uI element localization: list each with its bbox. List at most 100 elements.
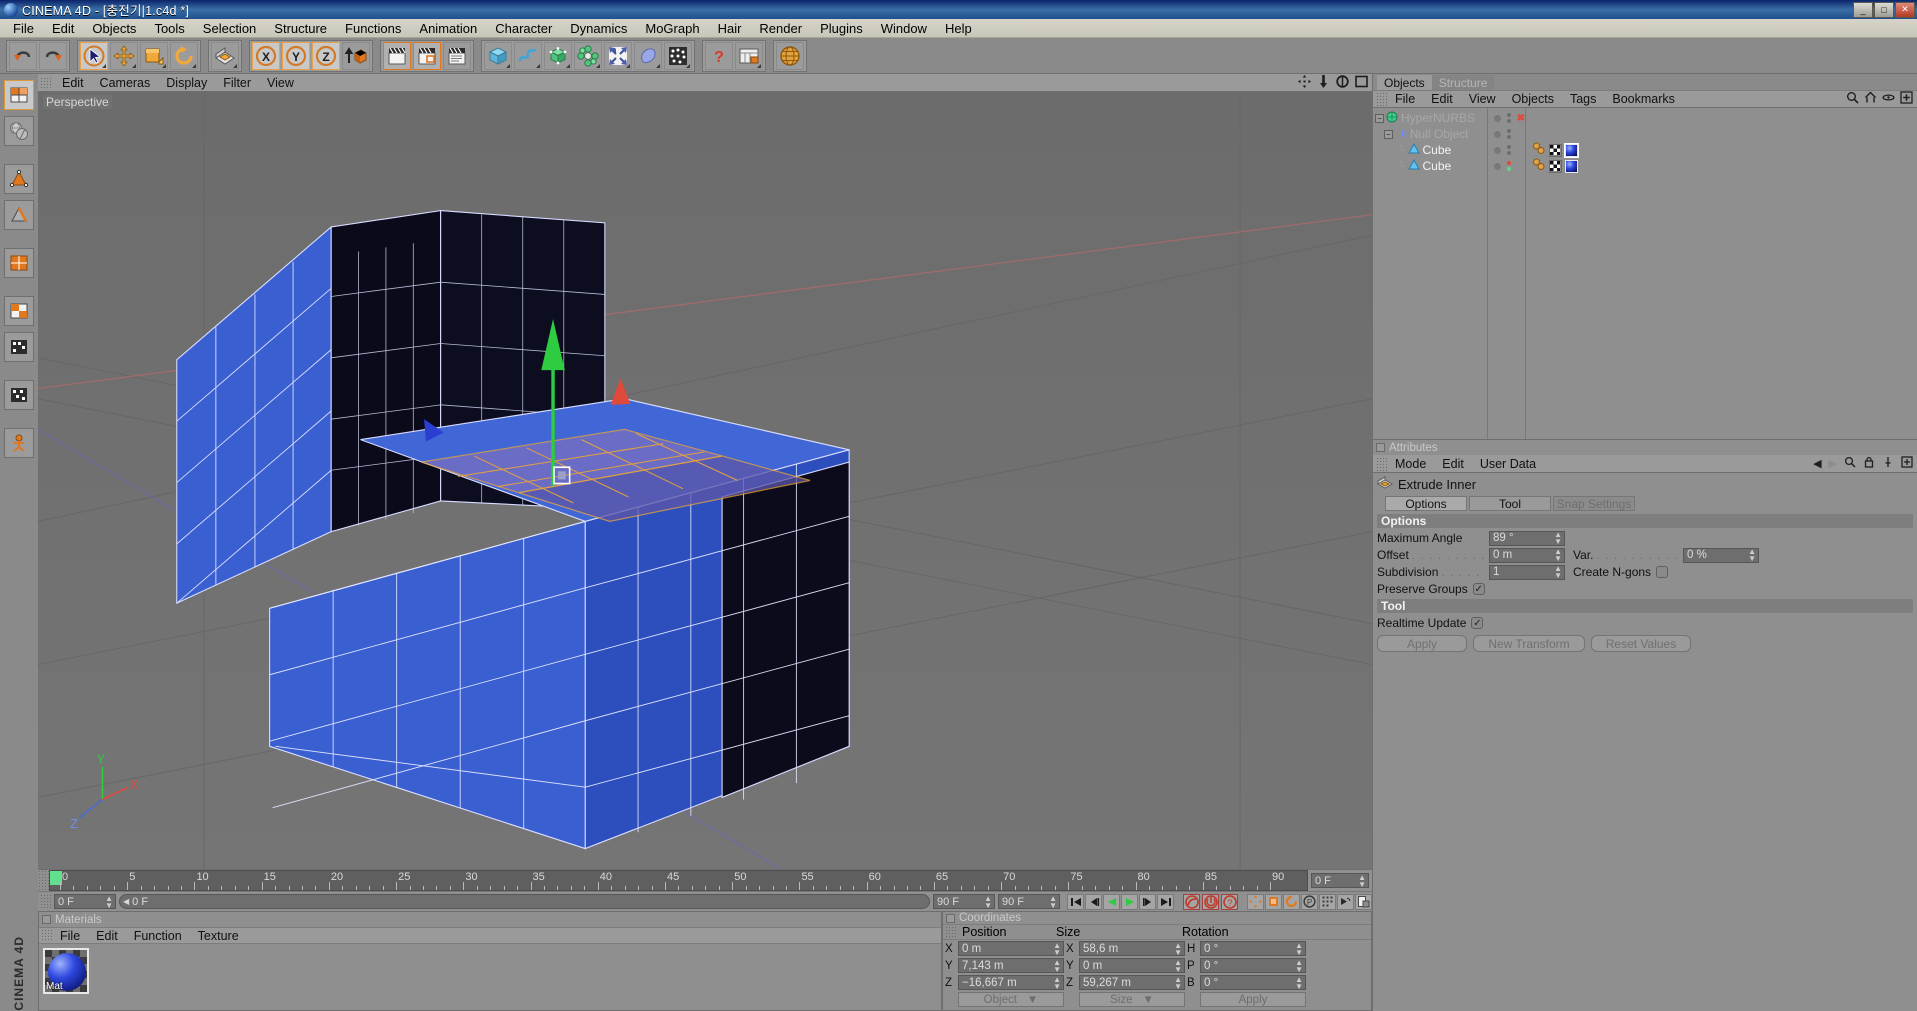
attributes-menu-mode[interactable]: Mode xyxy=(1387,457,1434,471)
rotation-key-icon[interactable] xyxy=(1283,893,1300,910)
attributes-grip[interactable] xyxy=(1376,456,1387,471)
viewport-menu-display[interactable]: Display xyxy=(158,76,215,90)
pla-key-icon[interactable] xyxy=(1337,893,1354,910)
spinner-icon[interactable]: ▲ ▼ xyxy=(1554,548,1562,563)
new-transform-button[interactable]: New Transform xyxy=(1473,635,1585,652)
cube-primitive-icon[interactable] xyxy=(484,41,512,70)
objects-menu-view[interactable]: View xyxy=(1461,92,1504,106)
world-object-icon[interactable] xyxy=(342,41,370,70)
phong-tag-icon[interactable] xyxy=(1532,142,1546,158)
tree-item-cube-2[interactable]: └ Cube xyxy=(1373,158,1487,174)
reset-values-button[interactable]: Reset Values xyxy=(1591,635,1691,652)
tab-objects[interactable]: Objects xyxy=(1377,75,1432,90)
move-icon[interactable] xyxy=(110,41,138,70)
autokeying-icon[interactable] xyxy=(1202,893,1219,910)
visibility-row-cube-1[interactable] xyxy=(1488,142,1525,158)
expander-icon[interactable]: − xyxy=(1375,113,1384,123)
position-key-icon[interactable] xyxy=(1247,893,1264,910)
animation-mode-icon[interactable] xyxy=(4,428,34,458)
spinner-icon[interactable]: ▲ ▼ xyxy=(1748,548,1756,563)
size-z-field[interactable]: 59,267 m ▲ ▼ xyxy=(1079,975,1185,990)
objects-menu-tags[interactable]: Tags xyxy=(1562,92,1604,106)
objects-menu-file[interactable]: File xyxy=(1387,92,1423,106)
apply-button[interactable]: Apply xyxy=(1377,635,1467,652)
record-active-objects-icon[interactable] xyxy=(1183,893,1200,910)
subdivision-field[interactable]: 1 ▲ ▼ xyxy=(1489,564,1565,580)
point-mode-icon[interactable] xyxy=(4,164,34,194)
model-mode-icon[interactable] xyxy=(4,80,34,110)
rotation-b-field[interactable]: 0 ° ▲ ▼ xyxy=(1200,975,1306,990)
frame-start-field[interactable]: 0 F ▲ ▼ xyxy=(54,894,116,909)
visibility-row-cube-2[interactable] xyxy=(1488,158,1525,174)
attr-tab-tool[interactable]: Tool xyxy=(1469,496,1551,511)
timeline-grip[interactable] xyxy=(38,870,49,891)
nurbs-icon[interactable] xyxy=(544,41,572,70)
maximize-button[interactable]: □ xyxy=(1874,1,1894,18)
step-forward-icon[interactable] xyxy=(1139,893,1156,910)
enable-dot-icon[interactable] xyxy=(1494,114,1501,122)
material-tag-icon[interactable] xyxy=(1564,142,1579,158)
menu-item-tools[interactable]: Tools xyxy=(145,20,193,37)
search-icon[interactable] xyxy=(1846,91,1859,107)
close-button[interactable]: ✕ xyxy=(1895,1,1915,18)
menu-item-hair[interactable]: Hair xyxy=(709,20,751,37)
position-x-field[interactable]: 0 m ▲ ▼ xyxy=(958,941,1064,956)
perspective-viewport[interactable]: Y Z X Perspective xyxy=(38,92,1372,869)
object-axis-mode-icon[interactable] xyxy=(4,332,34,362)
materials-list[interactable]: Mat xyxy=(39,944,941,1010)
eye-icon[interactable] xyxy=(1882,91,1895,107)
texture-tag-icon[interactable] xyxy=(1549,159,1562,173)
menu-item-render[interactable]: Render xyxy=(750,20,811,37)
expand-icon[interactable] xyxy=(1901,456,1913,471)
play-back-icon[interactable] xyxy=(1103,893,1120,910)
tree-item-cube-1[interactable]: └ Cube xyxy=(1373,142,1487,158)
viewport-menu-view[interactable]: View xyxy=(259,76,302,90)
phong-tag-icon[interactable] xyxy=(1532,158,1546,174)
viewport-scene[interactable]: Y Z X xyxy=(38,92,1372,869)
texture-mode-icon[interactable] xyxy=(4,116,34,146)
render-settings-icon[interactable] xyxy=(443,41,471,70)
objects-menu-objects[interactable]: Objects xyxy=(1504,92,1562,106)
edge-mode-icon[interactable] xyxy=(4,200,34,230)
viewport-menu-grip[interactable] xyxy=(40,77,51,88)
globe-icon[interactable] xyxy=(776,41,804,70)
spinner-icon[interactable]: ▲ ▼ xyxy=(105,894,113,909)
size-x-field[interactable]: 58,6 m ▲ ▼ xyxy=(1079,941,1185,956)
attributes-menu-edit[interactable]: Edit xyxy=(1434,457,1472,471)
objects-menu-bookmarks[interactable]: Bookmarks xyxy=(1604,92,1683,106)
coordinate-system-dropdown[interactable]: Object ▼ xyxy=(958,992,1064,1007)
visibility-dots-icon[interactable] xyxy=(1507,161,1511,171)
rotate-view-icon[interactable] xyxy=(1336,74,1349,91)
tree-item-null-object[interactable]: − │0 Null Object xyxy=(1373,126,1487,142)
spline-icon[interactable] xyxy=(514,41,542,70)
attr-tab-snap-settings[interactable]: Snap Settings xyxy=(1553,496,1635,511)
go-to-start-icon[interactable] xyxy=(1067,893,1084,910)
spinner-icon[interactable]: ▲ ▼ xyxy=(1053,975,1061,990)
step-back-icon[interactable] xyxy=(1085,893,1102,910)
polygon-mode-icon[interactable] xyxy=(4,248,34,278)
panel-collapse-icon[interactable] xyxy=(42,915,51,924)
help-icon[interactable]: ? xyxy=(705,41,733,70)
undo-icon[interactable] xyxy=(9,41,37,70)
preview-end-field[interactable]: 90 F ▲ ▼ xyxy=(933,894,995,909)
minimize-button[interactable]: _ xyxy=(1853,1,1873,18)
menu-item-plugins[interactable]: Plugins xyxy=(811,20,872,37)
scale-key-icon[interactable] xyxy=(1265,893,1282,910)
menu-item-window[interactable]: Window xyxy=(872,20,936,37)
viewport-menu-edit[interactable]: Edit xyxy=(54,76,92,90)
menu-item-file[interactable]: File xyxy=(4,20,43,37)
enable-dot-icon[interactable] xyxy=(1494,146,1501,154)
menu-item-help[interactable]: Help xyxy=(936,20,981,37)
material-swatch-mat[interactable]: Mat xyxy=(43,948,89,994)
size-mode-dropdown[interactable]: Size ▼ xyxy=(1079,992,1185,1007)
play-forward-icon[interactable] xyxy=(1121,893,1138,910)
enable-dot-icon[interactable] xyxy=(1494,130,1501,138)
visibility-dots-icon[interactable] xyxy=(1507,129,1511,139)
offset-field[interactable]: 0 m ▲ ▼ xyxy=(1489,547,1565,563)
rotate-icon[interactable] xyxy=(170,41,198,70)
tag-row-cube-1[interactable] xyxy=(1526,142,1917,158)
spinner-icon[interactable]: ▲ ▼ xyxy=(1174,941,1182,956)
dolly-icon[interactable] xyxy=(1317,74,1330,91)
menu-item-selection[interactable]: Selection xyxy=(194,20,265,37)
keyframe-selection-icon[interactable]: ? xyxy=(1221,893,1238,910)
